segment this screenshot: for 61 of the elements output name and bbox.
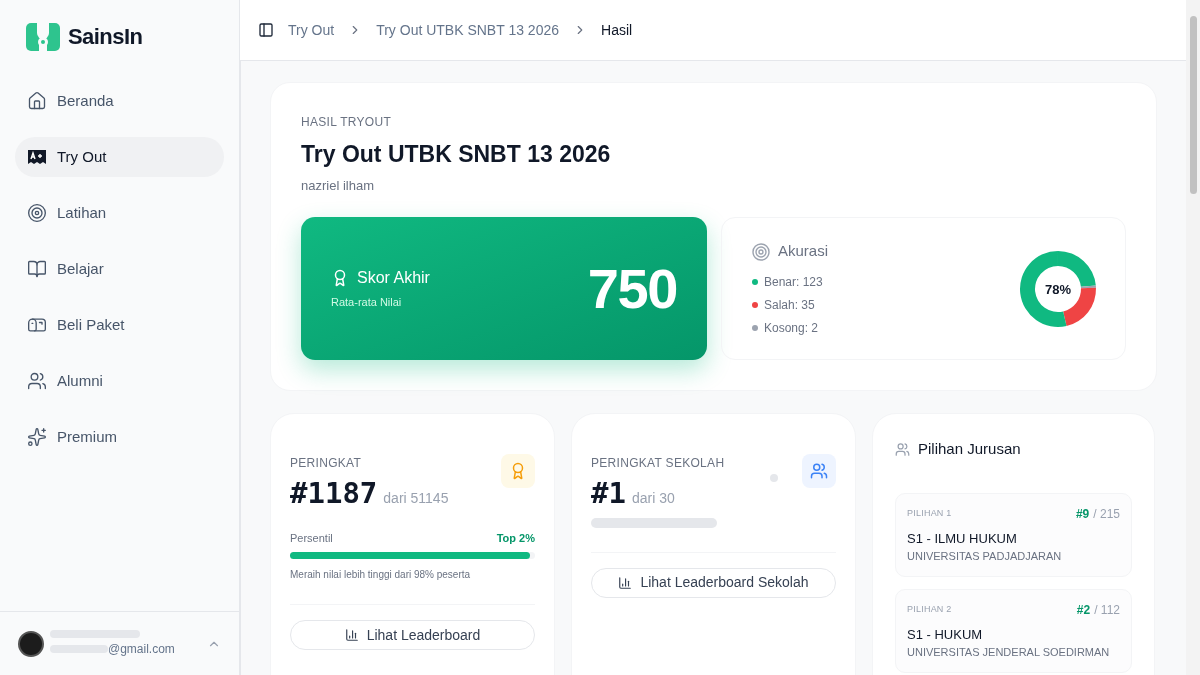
school-rank-label: PERINGKAT SEKOLAH [591, 455, 725, 472]
users-icon [27, 371, 47, 391]
users-icon [810, 462, 828, 480]
accuracy-percent: 78% [1045, 282, 1071, 295]
sidebar-item[interactable]: Belajar [15, 249, 224, 289]
legend-label: Salah: 35 [764, 296, 815, 314]
choices-title: Pilihan Jurusan [918, 439, 1021, 459]
legend-label: Benar: 123 [764, 273, 823, 291]
score-label: Skor Akhir [357, 268, 430, 289]
choice-total: / 215 [1093, 505, 1120, 523]
choice-rank: #2 [1076, 601, 1091, 619]
users-icon [895, 441, 910, 457]
school-rank-total: dari 30 [631, 489, 675, 508]
choice-label: PILIHAN 1 [907, 506, 952, 520]
score-value: 750 [587, 255, 677, 322]
book-icon [27, 259, 47, 279]
school-rank-value: #1 [591, 475, 626, 512]
rank-label: PERINGKAT [290, 455, 363, 472]
choice-total: / 112 [1094, 601, 1120, 619]
percentile-label: Persentil [290, 530, 333, 546]
target-icon [752, 242, 770, 261]
rank-value: #1187 [290, 475, 378, 512]
sidebar-item[interactable]: Premium [15, 417, 224, 457]
avatar[interactable] [18, 630, 44, 657]
sidebar-item[interactable]: Alumni [15, 361, 224, 401]
choice-university: UNIVERSITAS PADJADJARAN [907, 549, 1063, 564]
score-sublabel: Rata-rata Nilai [331, 295, 403, 311]
choice-card[interactable]: PILIHAN 1 #9 / 215 S1 - ILMU HUKUM UNIVERSITAS PADJADJARAN [895, 492, 1132, 577]
sidebar-toggle-icon[interactable] [258, 22, 274, 38]
logo-icon [26, 22, 60, 51]
scrollbar[interactable] [1186, 0, 1200, 675]
sidebar-item[interactable]: Latihan [15, 193, 224, 233]
sidebar-item[interactable]: Try Out [15, 137, 224, 177]
bar-chart-icon [344, 628, 359, 642]
home-icon [27, 91, 47, 111]
target-icon [27, 203, 47, 223]
sidebar-item[interactable]: Beli Paket [15, 305, 224, 345]
choice-university: UNIVERSITAS JENDERAL SOEDIRMAN [907, 645, 1111, 660]
bar-chart-icon [618, 575, 633, 590]
rank-total: dari 51145 [383, 489, 449, 508]
sparkles-icon [27, 427, 47, 447]
choice-rank: #9 [1075, 505, 1090, 523]
percentile-value: Top 2% [496, 530, 535, 546]
grade-icon [27, 148, 47, 166]
user-email: @gmail.com [108, 640, 175, 658]
sidebar-item[interactable]: Beranda [15, 81, 224, 121]
choice-major: S1 - ILMU HUKUM [907, 529, 1018, 548]
choice-card[interactable]: PILIHAN 2 #2 / 112 S1 - HUKUM UNIVERSITAS JENDERAL SOEDIRMAN [895, 588, 1132, 673]
choice-label: PILIHAN 2 [907, 602, 952, 616]
scrollbar-thumb[interactable] [1189, 16, 1197, 194]
legend-label: Kosong: 2 [764, 319, 819, 337]
choice-major: S1 - HUKUM [907, 625, 984, 644]
breadcrumb-link[interactable]: Hasil [601, 19, 633, 41]
breadcrumb-link[interactable]: Try Out UTBK SNBT 13 2026 [376, 19, 559, 41]
breadcrumb-link[interactable]: Try Out [288, 19, 335, 41]
section-eyebrow: HASIL TRYOUT [301, 114, 393, 131]
tryout-title: Try Out UTBK SNBT 13 2026 [301, 140, 612, 169]
brand-name: SainsIn [68, 23, 143, 51]
accuracy-title: Akurasi [778, 241, 829, 262]
percentile-note: Meraih nilai lebih tinggi dari 98% peserta [290, 568, 472, 582]
student-name: nazriel ilham [301, 176, 375, 195]
